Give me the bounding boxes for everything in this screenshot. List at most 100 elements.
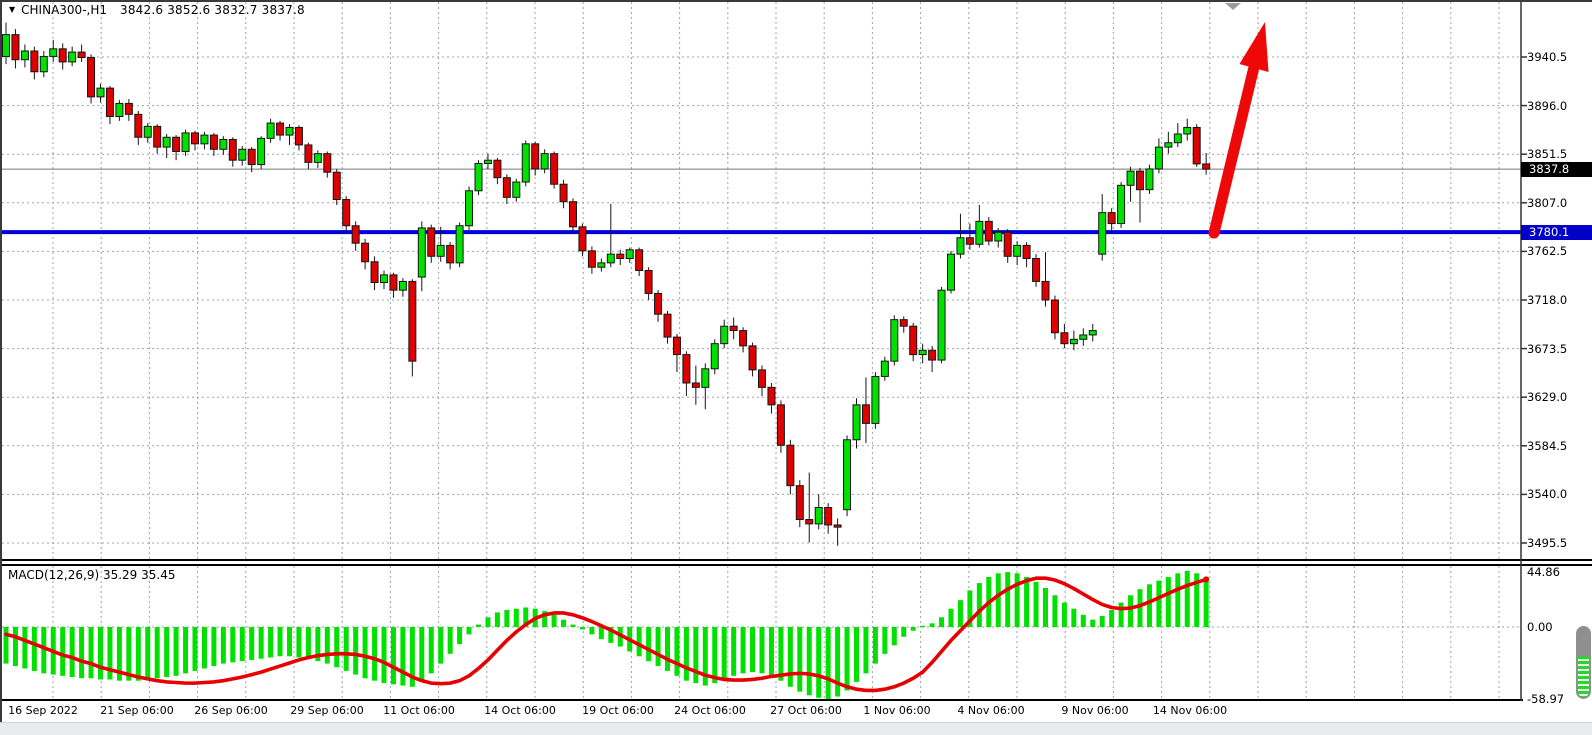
symbol-dropdown-icon[interactable]: ▼ (9, 5, 15, 14)
time-axis-label: 26 Sep 06:00 (194, 704, 267, 718)
bullish-candle (239, 149, 246, 160)
symbol-header: ▼CHINA300-,H13842.6 3852.6 3832.7 3837.8 (9, 3, 305, 17)
macd-histogram-bar (750, 627, 755, 672)
bearish-candle (154, 126, 161, 147)
macd-histogram-bar (344, 627, 349, 671)
macd-histogram-bar (278, 627, 283, 656)
bullish-candle (1014, 245, 1021, 256)
bullish-candle (1099, 213, 1106, 254)
macd-histogram-bar (70, 627, 75, 677)
scroll-indicator[interactable] (1576, 626, 1591, 699)
bearish-candle (333, 172, 340, 199)
macd-histogram-bar (599, 627, 604, 639)
macd-histogram-bar (1166, 577, 1171, 627)
macd-histogram-bar (438, 627, 443, 664)
price-axis-label: 3540.0 (1527, 487, 1567, 501)
bullish-candle (721, 326, 728, 343)
symbol-title: CHINA300-,H1 (21, 3, 107, 17)
bearish-candle (825, 507, 832, 524)
bullish-candle (522, 144, 529, 182)
macd-histogram-bar (826, 627, 831, 699)
macd-histogram-bar (769, 627, 774, 676)
macd-histogram-bar (835, 627, 840, 697)
macd-histogram-bar (580, 627, 585, 629)
bearish-candle (1193, 127, 1200, 163)
bearish-candle (929, 350, 936, 360)
bullish-candle (314, 154, 321, 163)
macd-histogram-bar (32, 627, 37, 671)
bullish-candle (957, 238, 964, 254)
bullish-candle (1118, 185, 1125, 223)
bullish-candle (182, 133, 189, 152)
bullish-candle (702, 369, 709, 388)
macd-histogram-bar (684, 627, 689, 681)
macd-histogram-bar (1100, 616, 1105, 627)
bullish-candle (3, 35, 10, 57)
chart-canvas[interactable] (0, 0, 1592, 735)
bearish-candle (447, 245, 454, 262)
macd-histogram-bar (788, 627, 793, 687)
price-axis-label: 3851.5 (1527, 147, 1567, 161)
macd-histogram-bar (363, 627, 368, 678)
macd-histogram-bar (306, 627, 311, 659)
time-axis-label: 24 Oct 06:00 (674, 704, 746, 718)
macd-histogram-bar (391, 627, 396, 684)
bearish-candle (295, 127, 302, 144)
bullish-candle (456, 226, 463, 263)
bearish-candle (579, 227, 586, 251)
bearish-candle (759, 370, 766, 387)
bullish-candle (466, 191, 473, 226)
macd-histogram-bar (22, 627, 27, 668)
macd-histogram-bar (731, 627, 736, 676)
macd-histogram-bar (1138, 589, 1143, 627)
bearish-candle (910, 326, 917, 354)
bearish-candle (692, 383, 699, 387)
macd-histogram-bar (419, 627, 424, 681)
bearish-candle (900, 320, 907, 327)
macd-histogram-bar (98, 627, 103, 679)
macd-histogram-bar (665, 627, 670, 671)
macd-histogram-bar (4, 627, 9, 664)
macd-histogram-bar (221, 627, 226, 664)
bearish-candle (12, 35, 19, 60)
macd-histogram-bar (1109, 610, 1114, 627)
scroll-indicator-stripes (1578, 656, 1589, 697)
bullish-candle (1155, 147, 1162, 169)
macd-histogram-bar (589, 627, 594, 634)
macd-histogram-bar (949, 609, 954, 627)
bearish-candle (371, 262, 378, 283)
macd-histogram-bar (259, 627, 264, 659)
macd-histogram-bar (287, 627, 292, 656)
time-axis-label: 4 Nov 06:00 (957, 704, 1024, 718)
bullish-candle (1070, 339, 1077, 343)
bearish-candle (229, 139, 236, 160)
bearish-candle (409, 281, 416, 361)
bearish-candle (1108, 213, 1115, 224)
macd-histogram-bar (1090, 620, 1095, 627)
bearish-candle (1061, 333, 1068, 344)
macd-histogram-bar (60, 627, 65, 676)
bullish-candle (1184, 127, 1191, 134)
bearish-candle (730, 326, 737, 330)
bullish-candle (881, 361, 888, 376)
bearish-candle (645, 271, 652, 294)
macd-histogram-bar (816, 627, 821, 698)
up-arrow-shaft (1214, 67, 1254, 233)
bullish-candle (50, 49, 57, 57)
bearish-candle (560, 184, 567, 201)
macd-histogram-bar (79, 627, 84, 678)
bullish-candle (844, 440, 851, 510)
macd-histogram-bar (1156, 581, 1161, 627)
macd-histogram-bar (854, 627, 859, 682)
macd-histogram-bar (334, 627, 339, 667)
bearish-candle (1042, 281, 1049, 300)
macd-axis-label: 0.00 (1527, 620, 1553, 634)
bearish-candle (673, 337, 680, 354)
bearish-candle (664, 314, 671, 337)
price-axis-label: 3629.0 (1527, 390, 1567, 404)
bullish-candle (258, 138, 265, 164)
macd-histogram-bar (1015, 573, 1020, 627)
bullish-candle (116, 103, 123, 116)
bearish-candle (777, 405, 784, 445)
panel-separator (0, 564, 1592, 566)
